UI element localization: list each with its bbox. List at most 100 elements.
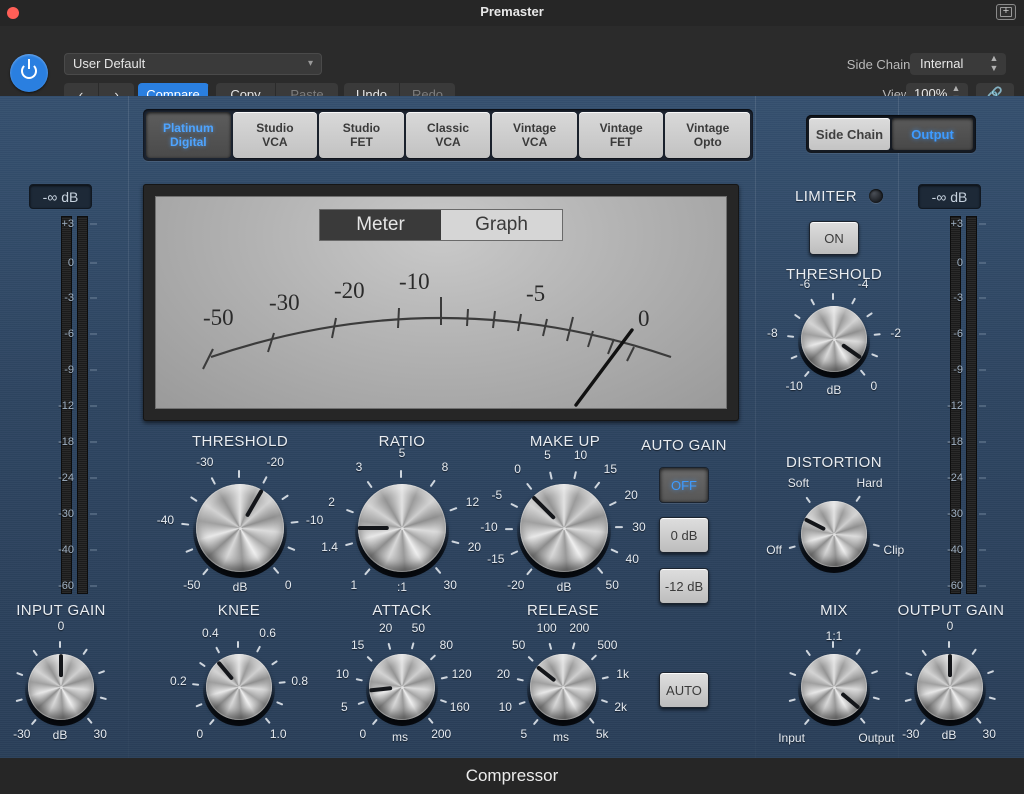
knob-scale-label: -15 <box>487 552 505 567</box>
input-meter-readout: -∞ dB <box>29 184 92 209</box>
meter-scale-label: +3 <box>950 218 963 230</box>
knob-body[interactable] <box>196 484 284 572</box>
knob-scale-label: 5 <box>398 446 406 460</box>
meter-tick <box>979 585 986 587</box>
meter-tick <box>979 477 986 479</box>
knob-scale-label: 2 <box>328 495 335 510</box>
model-studio-vca[interactable]: Studio VCA <box>232 112 318 158</box>
preset-dropdown[interactable]: User Default ▾ <box>64 53 322 75</box>
meter-tick <box>979 549 986 551</box>
power-icon[interactable] <box>10 54 48 92</box>
knob-body[interactable] <box>801 306 867 372</box>
meter-scale-label: -30 <box>58 508 74 520</box>
meter-scale-label: 0 <box>67 257 74 269</box>
knob-pointer <box>59 654 63 678</box>
knob-tick <box>614 526 623 529</box>
model-vintage-opto[interactable]: Vintage Opto <box>665 112 751 158</box>
knob-body[interactable] <box>801 501 867 567</box>
makeup-title: MAKE UP <box>529 433 601 450</box>
model-vintage-vca[interactable]: Vintage VCA <box>492 112 577 158</box>
output-gain-unit: dB <box>941 728 957 742</box>
meter-scale-label: -24 <box>58 472 74 484</box>
meter-tick <box>979 333 986 335</box>
knob-body[interactable] <box>206 654 272 720</box>
knob-scale-label: -30 <box>196 454 214 469</box>
model-vintage-fet[interactable]: Vintage FET <box>578 112 664 158</box>
meter-tick <box>979 369 986 371</box>
model-label-line2: Digital <box>169 135 207 149</box>
tab-output[interactable]: Output <box>892 118 973 150</box>
tab-meter[interactable]: Meter <box>320 210 441 240</box>
model-label-line2: VCA <box>262 135 288 149</box>
model-platinum-digital[interactable]: Platinum Digital <box>146 112 231 158</box>
knob-tick <box>238 470 240 478</box>
knob-scale-label: 0 <box>57 619 65 633</box>
model-label-line2: VCA <box>521 135 548 149</box>
knob-tick <box>59 641 61 648</box>
knob-scale-label: -8 <box>767 325 778 340</box>
tab-side-chain[interactable]: Side Chain <box>809 118 890 150</box>
meter-tick <box>979 513 986 515</box>
meter-tick <box>90 333 97 335</box>
svg-text:-20: -20 <box>334 278 365 303</box>
knob-scale-label: -6 <box>799 277 811 292</box>
limiter-on-button[interactable]: ON <box>809 221 859 255</box>
meter-tick <box>90 262 97 264</box>
divider-far-right <box>898 96 899 758</box>
knob-scale-label: 0 <box>196 726 204 741</box>
knob-scale-label: 100 <box>536 621 557 636</box>
knob-scale-label: 15 <box>603 462 618 477</box>
ratio-unit: :1 <box>396 580 408 594</box>
auto-gain-off-button[interactable]: OFF <box>659 467 709 503</box>
knob-scale-label: 30 <box>443 578 457 593</box>
attack-title: ATTACK <box>372 602 432 619</box>
model-studio-fet[interactable]: Studio FET <box>319 112 404 158</box>
knob-scale-label: 160 <box>449 699 470 714</box>
expand-window-icon[interactable] <box>996 3 1016 20</box>
knob-scale-label: -4 <box>857 277 869 292</box>
limiter-threshold-title: THRESHOLD <box>785 266 883 283</box>
knob-scale-label: Input <box>778 730 805 745</box>
knob-scale-label: 1 <box>350 578 358 593</box>
plugin-footer: Compressor <box>0 758 1024 794</box>
output-meter[interactable]: +3 0 -3 -6 -9 -12 -18 -24 -30 -40 -60 <box>918 216 992 594</box>
knob-tick <box>237 641 239 648</box>
knob-scale-label: -30 <box>902 726 920 741</box>
knob-scale-label: 30 <box>632 519 646 534</box>
knob-scale-label: 2k <box>614 699 628 714</box>
preset-value: User Default <box>73 56 146 71</box>
knob-scale-label: 50 <box>411 621 426 636</box>
auto-gain-minus12db-button[interactable]: -12 dB <box>659 568 709 604</box>
meter-tick <box>90 585 97 587</box>
meter-scale-label: 0 <box>956 257 963 269</box>
knob-scale-label: 5k <box>595 726 609 741</box>
tab-graph[interactable]: Graph <box>441 210 562 240</box>
knob-scale-label: 10 <box>573 447 588 462</box>
output-gain-title: OUTPUT GAIN <box>897 602 1005 619</box>
knob-scale-label: 12 <box>465 495 480 510</box>
auto-release-button[interactable]: AUTO <box>659 672 709 708</box>
knob-scale-label: 20 <box>467 540 482 555</box>
model-label-line1: Classic <box>427 121 470 135</box>
meter-graph-toggle: Meter Graph <box>319 209 563 241</box>
knob-scale-label: -2 <box>890 325 901 340</box>
knob-scale-label: 0.6 <box>259 626 276 641</box>
plugin-header: User Default ▾ ‹ › Compare Copy Paste Un… <box>0 26 1024 105</box>
knob-body[interactable] <box>801 654 867 720</box>
knob-scale-label: -50 <box>183 578 201 593</box>
window-title: Premaster <box>480 4 544 19</box>
svg-text:-30: -30 <box>269 290 300 315</box>
meter-tick <box>90 405 97 407</box>
model-label-line1: Studio <box>256 121 294 135</box>
power-glyph-icon <box>21 59 37 79</box>
knob-scale-label: -10 <box>785 379 803 394</box>
auto-gain-0db-button[interactable]: 0 dB <box>659 517 709 553</box>
knob-scale-label: 0 <box>359 726 367 741</box>
meter-tick <box>90 477 97 479</box>
sidechain-output-toggle: Side Chain Output <box>806 115 976 153</box>
side-chain-dropdown[interactable]: Internal ▲ ▼ <box>910 53 1006 75</box>
model-classic-vca[interactable]: Classic VCA <box>405 112 491 158</box>
input-meter[interactable]: +3 0 -3 -6 -9 -12 -18 -24 -30 -40 -60 <box>29 216 103 594</box>
input-gain-unit: dB <box>52 728 68 742</box>
knob-body[interactable] <box>530 654 596 720</box>
